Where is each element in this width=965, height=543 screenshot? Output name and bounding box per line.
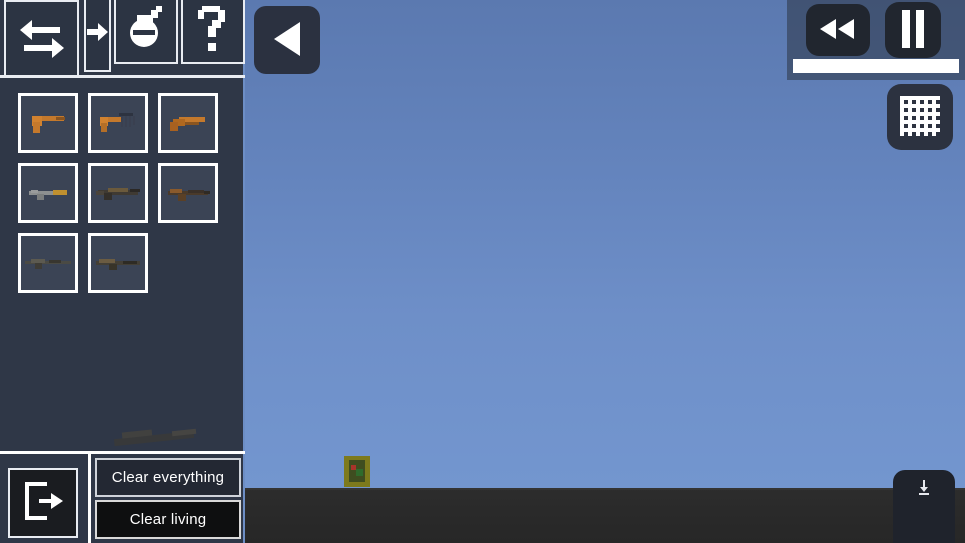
- grid-icon: [899, 95, 941, 140]
- weapon-slot-assault-rifle[interactable]: [88, 163, 148, 223]
- swap-button[interactable]: [4, 0, 80, 78]
- sniper-rifle-icon: [23, 252, 73, 274]
- entity-marker-green: [356, 469, 363, 476]
- exit-door-icon: [21, 480, 65, 527]
- pistol-icon: [26, 109, 70, 137]
- rewind-button[interactable]: [806, 4, 870, 56]
- clear-living-label: Clear living: [129, 511, 207, 528]
- bottom-right-menu-button[interactable]: [893, 470, 955, 543]
- export-button[interactable]: [84, 0, 111, 72]
- grenade-button[interactable]: [113, 0, 178, 64]
- download-icon: [917, 480, 931, 501]
- machine-pistol-icon: [95, 109, 141, 137]
- arrow-right-icon: [86, 21, 109, 43]
- weapon-slot-ak-rifle[interactable]: [158, 163, 218, 223]
- weapon-slot-machine-pistol[interactable]: [88, 93, 148, 153]
- grid-toggle-button[interactable]: [887, 84, 953, 150]
- weapon-slot-smg[interactable]: [18, 163, 78, 223]
- clear-actions-panel: Clear everything Clear living: [88, 451, 245, 543]
- assault-rifle-icon: [94, 181, 142, 205]
- weapon-slot-sawed-off[interactable]: [158, 93, 218, 153]
- spawned-character-entity[interactable]: [341, 456, 373, 488]
- ak-rifle-icon: [164, 181, 212, 205]
- triangle-left-icon: [270, 20, 304, 61]
- pause-icon: [900, 9, 926, 51]
- game-screen: Clear everything Clear living: [0, 0, 965, 543]
- grenade-icon: [125, 5, 167, 51]
- dragged-weapon-preview: [112, 424, 202, 450]
- timeline-scrubber[interactable]: [793, 59, 959, 73]
- help-button[interactable]: [180, 0, 245, 64]
- smg-icon: [25, 181, 71, 205]
- collapse-panel-button[interactable]: [254, 6, 320, 74]
- sidebar-toolbar: [0, 0, 245, 78]
- exit-button[interactable]: [8, 468, 78, 538]
- clear-everything-label: Clear everything: [111, 469, 225, 486]
- weapon-slot-sniper-rifle[interactable]: [18, 233, 78, 293]
- sawed-off-icon: [165, 109, 211, 137]
- weapon-sidebar: Clear everything Clear living: [0, 0, 245, 543]
- clear-everything-button[interactable]: Clear everything: [95, 458, 241, 497]
- weapon-grid: [18, 93, 233, 303]
- toolbar-divider: [0, 75, 245, 78]
- weapon-slot-pistol[interactable]: [18, 93, 78, 153]
- question-mark-icon: [196, 4, 230, 52]
- clear-living-button[interactable]: Clear living: [95, 500, 241, 539]
- sidebar-bottom-bar: Clear everything Clear living: [0, 451, 245, 543]
- rewind-icon: [818, 17, 858, 44]
- weapon-slot-shotgun[interactable]: [88, 233, 148, 293]
- shotgun-icon: [93, 252, 143, 274]
- swap-arrows-icon: [18, 18, 66, 60]
- pause-button[interactable]: [885, 2, 941, 58]
